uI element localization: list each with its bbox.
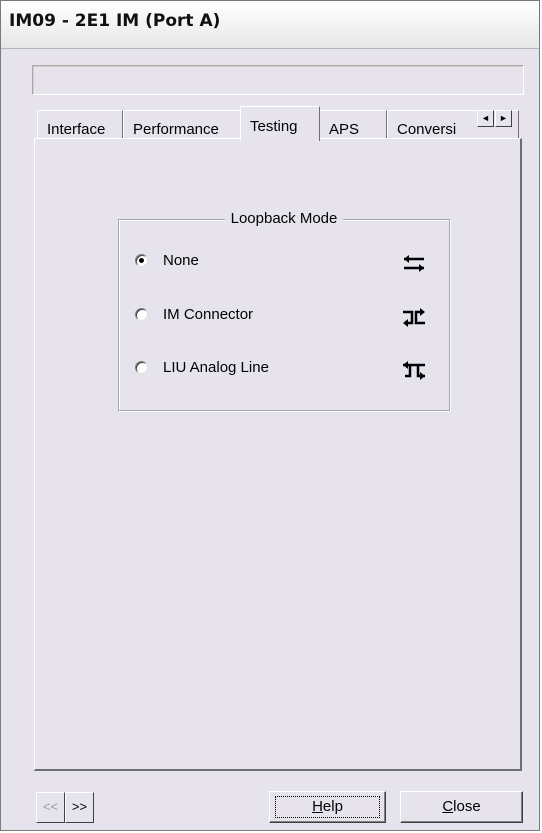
tab-label: Conversi xyxy=(397,121,457,138)
loopback-liu-line-icon xyxy=(403,361,425,380)
tab-label: APS xyxy=(329,121,360,138)
loopback-im-connector-icon xyxy=(403,308,425,327)
loopback-none-icon xyxy=(404,255,424,272)
focus-ring xyxy=(275,796,380,818)
testing-tab-panel: Loopback Mode None IM Connector LIU Anal… xyxy=(34,138,522,771)
status-field xyxy=(32,65,524,95)
radio-none[interactable]: None xyxy=(135,252,435,274)
arrow-right-icon: ► xyxy=(499,113,508,123)
help-button[interactable]: Help xyxy=(269,791,386,823)
next-button[interactable]: >> xyxy=(65,792,94,823)
radio-button[interactable] xyxy=(135,308,148,321)
radio-label: None xyxy=(163,252,199,269)
tab-label: Testing xyxy=(250,118,298,135)
title-bar[interactable]: IM09 - 2E1 IM (Port A) xyxy=(1,1,539,49)
tab-label: Performance xyxy=(133,121,219,138)
tab-label: Interface xyxy=(47,121,106,138)
next-label: >> xyxy=(71,799,88,814)
radio-button[interactable] xyxy=(135,361,148,374)
radio-liu-analog-line[interactable]: LIU Analog Line xyxy=(135,359,435,381)
loopback-legend-wrap: Loopback Mode xyxy=(119,210,449,227)
radio-label: LIU Analog Line xyxy=(163,359,269,376)
tab-interface[interactable]: Interface xyxy=(37,110,123,139)
tab-performance[interactable]: Performance xyxy=(123,110,241,139)
radio-im-connector[interactable]: IM Connector xyxy=(135,306,435,328)
close-label: lose xyxy=(453,798,481,815)
tab-scroll-right-button[interactable]: ► xyxy=(495,110,512,127)
loopback-mode-legend: Loopback Mode xyxy=(224,210,344,227)
tab-testing[interactable]: Testing xyxy=(240,106,320,141)
dialog-window: IM09 - 2E1 IM (Port A) Interface Perform… xyxy=(0,0,540,831)
radio-selected-dot xyxy=(139,258,144,263)
tab-strip: Interface Performance Testing APS Conver… xyxy=(37,106,519,141)
arrow-left-icon: ◄ xyxy=(481,113,490,123)
radio-button[interactable] xyxy=(135,254,148,267)
previous-button[interactable]: << xyxy=(36,792,65,823)
window-title: IM09 - 2E1 IM (Port A) xyxy=(9,11,221,31)
previous-label: << xyxy=(42,799,59,814)
close-button[interactable]: Close xyxy=(400,791,523,823)
close-mnemonic: C xyxy=(442,798,454,815)
tab-scroll-left-button[interactable]: ◄ xyxy=(477,110,494,127)
dialog-client-area: Interface Performance Testing APS Conver… xyxy=(1,49,539,830)
radio-label: IM Connector xyxy=(163,306,254,323)
tab-aps[interactable]: APS xyxy=(319,110,387,139)
loopback-mode-group: Loopback Mode None IM Connector LIU Anal… xyxy=(118,210,450,411)
